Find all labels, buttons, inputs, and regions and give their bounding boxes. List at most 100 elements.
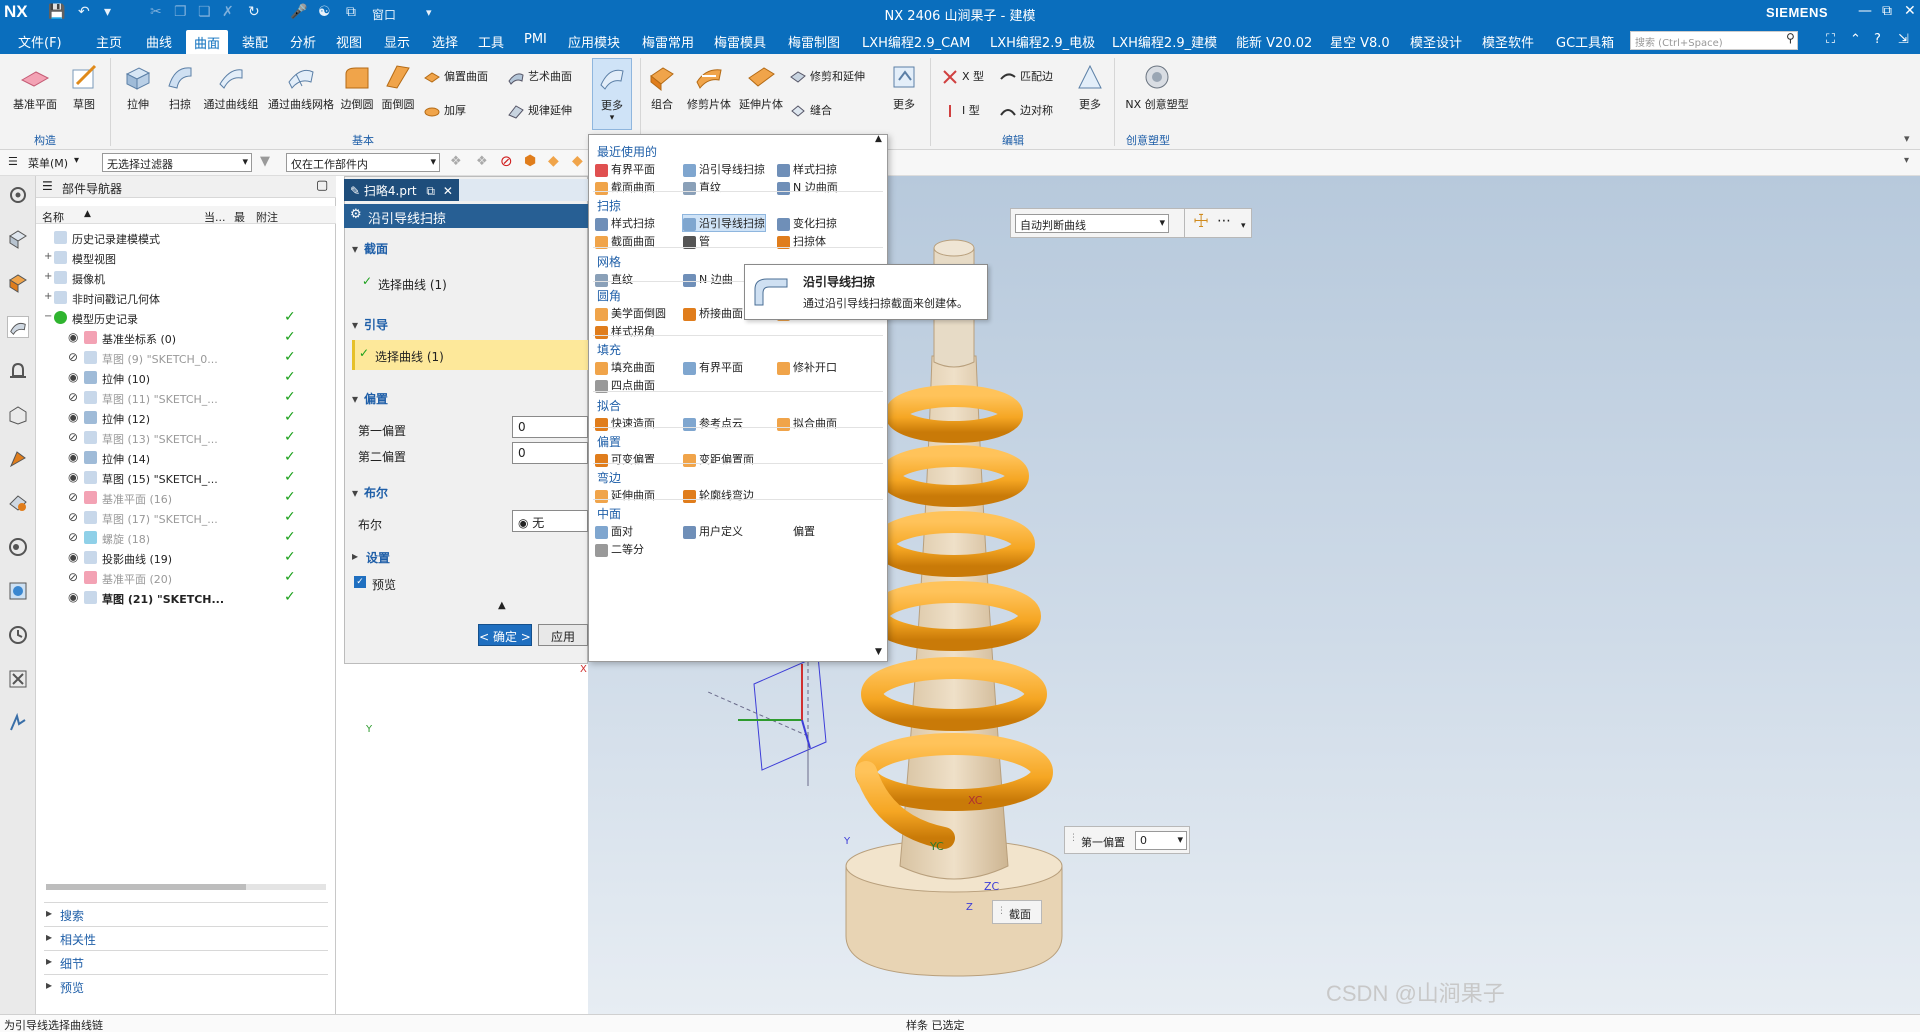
gallery-item-offset[interactable]: 可变偏置	[595, 451, 655, 467]
tree-row[interactable]: + 非时间戳记几何体	[36, 288, 336, 308]
tree-row[interactable]: ⊘ 草图 (13) "SKETCH_... ✓	[36, 428, 336, 448]
tree-row[interactable]: ⊘ 螺旋 (18) ✓	[36, 528, 336, 548]
menu-pmi[interactable]: PMI	[524, 32, 547, 47]
settings-header[interactable]: 设置	[366, 549, 390, 566]
panel-dependencies[interactable]: 相关性	[44, 926, 328, 948]
expand-icon[interactable]: +	[44, 291, 52, 302]
maximize-panel-icon[interactable]: ▢	[316, 178, 328, 193]
trim-extend-button[interactable]: 修剪和延伸	[790, 68, 865, 85]
menu-gc-toolbox[interactable]: GC工具箱	[1556, 32, 1614, 51]
expand-icon[interactable]: +	[44, 271, 52, 282]
menu-curve[interactable]: 曲线	[146, 32, 172, 51]
gallery-item-fill[interactable]: 有界平面	[683, 359, 743, 375]
gallery-item-fit[interactable]: 拟合曲面	[777, 415, 837, 431]
visibility-eye-icon[interactable]: ◉	[68, 410, 78, 424]
menu-select[interactable]: 选择	[432, 32, 458, 51]
gallery-item-mesh[interactable]: N 边曲	[683, 271, 733, 287]
process-studio-icon[interactable]	[7, 580, 29, 602]
law-extension-button[interactable]: 规律延伸	[508, 102, 572, 119]
menu-lxh-modeling[interactable]: LXH编程2.9_建模	[1112, 32, 1217, 51]
menu-display[interactable]: 显示	[384, 32, 410, 51]
tree-row[interactable]: + 摄像机	[36, 268, 336, 288]
visibility-eye-icon[interactable]: ◉	[68, 450, 78, 464]
menu-surface[interactable]: 曲面	[186, 30, 229, 54]
gallery-item-sweep[interactable]: 变化扫掠	[777, 215, 837, 231]
history-clock-icon[interactable]	[7, 624, 29, 646]
assembly-navigator-icon[interactable]	[7, 228, 29, 250]
scroll-up-icon[interactable]: ▲	[875, 134, 882, 144]
dialog-title-bar[interactable]: ⚙ 沿引导线扫掠	[344, 204, 588, 228]
select-feature-icon[interactable]: ❖	[450, 154, 462, 169]
gallery-item-fillet[interactable]: 样式拐角	[595, 323, 655, 339]
tree-row[interactable]: − 模型历史记录 ✓	[36, 308, 336, 328]
search-input[interactable]: 搜索 (Ctrl+Space)	[1630, 31, 1798, 50]
tree-row[interactable]: + 模型视图	[36, 248, 336, 268]
offset-surface-button[interactable]: 偏置曲面	[424, 68, 488, 85]
nx-creative-button[interactable]: NX 创意塑型	[1122, 62, 1192, 112]
apply-button[interactable]: 应用	[538, 624, 588, 646]
constraint-navigator-icon[interactable]	[7, 272, 29, 294]
menu-meilei-mold[interactable]: 梅雷模具	[714, 32, 766, 51]
restore-icon[interactable]: ⧉	[1882, 3, 1892, 19]
visibility-eye-icon[interactable]: ◉	[68, 330, 78, 344]
tree-row[interactable]: ⊘ 草图 (17) "SKETCH_... ✓	[36, 508, 336, 528]
second-offset-input[interactable]: 0	[512, 442, 588, 464]
gallery-item-mesh[interactable]: 直纹	[595, 271, 633, 287]
tree-row[interactable]: ◉ 草图 (21) "SKETCH... ✓	[36, 588, 336, 608]
gallery-item-sweep[interactable]: 样式扫掠	[595, 215, 655, 231]
toolbar-overflow-icon[interactable]: ▾	[1904, 155, 1909, 166]
drag-handle-icon[interactable]: ⋮	[1069, 833, 1078, 843]
extend-sheet-button[interactable]: 延伸片体	[736, 62, 786, 112]
reuse-library-icon[interactable]	[7, 360, 29, 382]
visibility-eye-icon[interactable]: ⊘	[68, 430, 78, 444]
tree-row[interactable]: ⊘ 草图 (11) "SKETCH_... ✓	[36, 388, 336, 408]
through-mesh-button[interactable]: 通过曲线网格	[266, 62, 336, 112]
edge-blend-button[interactable]: 边倒圆	[338, 62, 376, 112]
menu-mosheng-design[interactable]: 模圣设计	[1410, 32, 1462, 51]
gallery-item-recent[interactable]: 有界平面	[595, 161, 655, 177]
minimize-icon[interactable]: —	[1858, 3, 1872, 19]
menu-meilei-common[interactable]: 梅雷常用	[642, 32, 694, 51]
gear-icon[interactable]: ⚙	[350, 207, 362, 222]
settings-icon[interactable]	[7, 184, 29, 206]
gallery-item-recent[interactable]: 沿引导线扫掠	[683, 161, 765, 177]
menu-meilei-drawing[interactable]: 梅雷制图	[788, 32, 840, 51]
gallery-item-fit[interactable]: 快速造面	[595, 415, 655, 431]
menu-button[interactable]: 菜单(M)	[28, 155, 68, 171]
ribbon-settings-icon[interactable]: ⇲	[1898, 32, 1909, 47]
menu-assembly[interactable]: 装配	[242, 32, 268, 51]
face-blend-button[interactable]: 面倒圆	[378, 62, 418, 112]
fullscreen-icon[interactable]: ⛶	[1826, 32, 1835, 47]
scroll-down-icon[interactable]: ▼	[875, 647, 882, 657]
preview-checkbox[interactable]: ✓	[354, 576, 366, 588]
tree-row[interactable]: ◉ 基准坐标系 (0) ✓	[36, 328, 336, 348]
visibility-eye-icon[interactable]: ⊘	[68, 350, 78, 364]
intersect-curve-icon[interactable]: ☩	[1193, 211, 1209, 232]
boolean-header[interactable]: 布尔	[352, 484, 388, 501]
tree-row[interactable]: ◉ 草图 (15) "SKETCH_... ✓	[36, 468, 336, 488]
boolean-select[interactable]: ◉ 无	[512, 510, 588, 532]
curve-rule-select[interactable]: 自动判断曲线	[1015, 214, 1169, 233]
gallery-item-recent[interactable]: N 边曲面	[777, 179, 838, 195]
menu-nengxin[interactable]: 能新 V20.02	[1236, 32, 1312, 51]
menu-view[interactable]: 视图	[336, 32, 362, 51]
part-navigator-icon[interactable]	[7, 316, 29, 338]
tree-row[interactable]: ⊘ 草图 (9) "SKETCH_0... ✓	[36, 348, 336, 368]
column-attach[interactable]: 附注	[256, 209, 278, 225]
offset-header[interactable]: 偏置	[352, 390, 388, 407]
collapse-icon[interactable]: −	[44, 311, 52, 322]
gallery-item-middle[interactable]: 偏置	[777, 523, 815, 539]
thicken-button[interactable]: 加厚	[424, 102, 466, 119]
drag-handle-icon[interactable]: ⋮	[997, 906, 1006, 916]
toolbar-chevron-down-icon[interactable]: ▾	[1241, 221, 1246, 231]
gallery-item-middle[interactable]: 面对	[595, 523, 633, 539]
section-label-tag[interactable]: ⋮ 截面	[992, 900, 1042, 924]
menu-lxh-cam[interactable]: LXH编程2.9_CAM	[862, 32, 970, 51]
column-current[interactable]: 当...	[204, 209, 226, 225]
onscreen-offset-input[interactable]: 0	[1135, 831, 1187, 850]
gallery-item-recent[interactable]: 截面曲面	[595, 179, 655, 195]
visibility-eye-icon[interactable]: ⊘	[68, 570, 78, 584]
sew-button[interactable]: 缝合	[790, 102, 832, 119]
tree-row[interactable]: 历史记录建模模式	[36, 228, 336, 248]
section-header[interactable]: 截面	[352, 240, 388, 257]
